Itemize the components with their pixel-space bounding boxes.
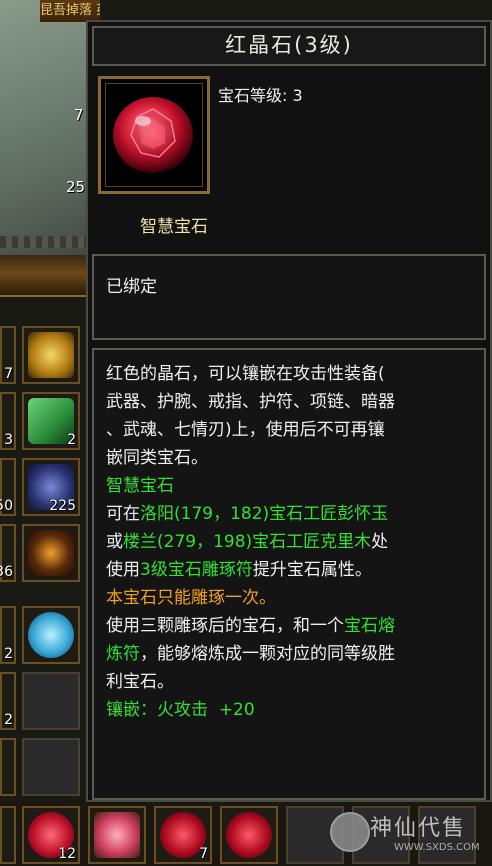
inventory-slot[interactable]	[0, 806, 16, 864]
slot-qty: 2	[4, 712, 13, 728]
inventory-slot-empty[interactable]	[22, 738, 80, 796]
inventory-slot-empty[interactable]	[22, 672, 80, 730]
carve-warning: 本宝石只能雕琢一次。	[106, 588, 276, 608]
inventory-slot[interactable]: 7	[0, 326, 16, 384]
text: ，能够熔炼成一颗对应的同等级胜	[140, 644, 395, 664]
red-gem-icon	[113, 97, 193, 173]
inventory-slot[interactable]: 7	[154, 806, 212, 864]
description-box: 红色的晶石，可以镶嵌在攻击性装备( 武器、护腕、戒指、护符、项链、暗器 、武魂、…	[92, 348, 486, 800]
inventory-header-bar	[0, 255, 100, 297]
inlay-attribute: 火攻击	[157, 700, 208, 720]
desc-line: 、武魂、七情刃)上，使用后不可再镶	[106, 420, 385, 440]
gem-type: 智慧宝石	[140, 217, 208, 237]
red-gem-icon	[226, 812, 272, 858]
inventory-slot[interactable]: 2	[0, 672, 16, 730]
watermark-url: WWW.SXDS.COM	[394, 842, 480, 853]
text: 提升宝石属性。	[252, 560, 372, 580]
coordinate-link[interactable]: (279，198)	[157, 532, 252, 552]
inventory-slot[interactable]: 3	[0, 392, 16, 450]
desc-line: 嵌同类宝石。	[106, 448, 208, 468]
inlay-value: +20	[218, 700, 255, 720]
slot-qty: 36	[0, 564, 13, 580]
bind-status: 已绑定	[106, 277, 157, 297]
desc-line: 使用三颗雕琢后的宝石，和一个宝石熔	[106, 612, 474, 640]
inventory-slot[interactable]: 2	[22, 392, 80, 450]
swirl-orb-icon	[28, 612, 74, 658]
slot-qty: 7	[199, 846, 208, 862]
npc-link[interactable]: 宝石工匠彭怀玉	[269, 504, 388, 524]
crystal-icon	[94, 812, 140, 858]
text: 可在	[106, 504, 140, 524]
text: 使用	[106, 560, 140, 580]
inventory-slot[interactable]	[22, 524, 80, 582]
item-link[interactable]: 3级宝石雕琢符	[140, 560, 253, 580]
bind-status-box: 已绑定	[92, 254, 486, 340]
inventory-slot[interactable]	[220, 806, 278, 864]
desc-line: 使用3级宝石雕琢符提升宝石属性。	[106, 556, 474, 584]
gold-leaf-icon	[28, 332, 74, 378]
slot-qty: 225	[49, 498, 76, 514]
bomb-icon	[28, 530, 74, 576]
inlay-label: 镶嵌：	[106, 700, 157, 720]
slot-qty: 50	[0, 498, 13, 514]
side-number: 25	[66, 178, 86, 196]
watermark: 神仙代售 WWW.SXDS.COM	[330, 806, 490, 862]
desc-line: 武器、护腕、戒指、护符、项链、暗器	[106, 392, 395, 412]
desc-line: 红色的晶石，可以镶嵌在攻击性装备(	[106, 364, 385, 384]
text: 处	[371, 532, 389, 552]
inventory-slot[interactable]	[22, 606, 80, 664]
inventory-slot[interactable]	[0, 738, 16, 796]
desc-location-line: 或楼兰(279，198)宝石工匠克里木处	[106, 528, 474, 556]
slot-qty: 3	[4, 432, 13, 448]
item-title: 红晶石(3级)	[92, 26, 486, 66]
coordinate-link[interactable]: (179，182)	[174, 504, 269, 524]
desc-line: 炼符，能够熔炼成一颗对应的同等级胜	[106, 640, 474, 668]
item-tooltip: 红晶石(3级) 宝石等级: 3 智慧宝石 已绑定 红色的晶石，可以镶嵌在攻击性装…	[86, 20, 492, 802]
desc-location-line: 可在洛阳(179，182)宝石工匠彭怀玉	[106, 500, 474, 528]
slot-qty: 12	[58, 846, 76, 862]
inventory-slot[interactable]: 12	[22, 806, 80, 864]
watermark-logo-icon	[330, 812, 370, 852]
inlay-stat: 镶嵌：火攻击 +20	[106, 696, 474, 724]
desc-line: 利宝石。	[106, 672, 174, 692]
npc-link[interactable]: 宝石工匠克里木	[252, 532, 371, 552]
text: 使用三颗雕琢后的宝石，和一个	[106, 616, 344, 636]
text: 或	[106, 532, 123, 552]
inventory-slot[interactable]	[22, 326, 80, 384]
scene-banner: 昆吾掉落 英雄金钩 周游	[40, 0, 100, 22]
scene-ornament	[0, 236, 100, 248]
item-icon-frame	[98, 76, 210, 194]
city-link[interactable]: 楼兰	[123, 532, 157, 552]
slot-qty: 2	[4, 646, 13, 662]
inventory-slot[interactable]: 36	[0, 524, 16, 582]
slot-qty: 2	[67, 432, 76, 448]
item-link[interactable]: 炼符	[106, 644, 140, 664]
item-link[interactable]: 宝石熔	[344, 616, 395, 636]
gem-level: 宝石等级: 3	[218, 86, 303, 105]
city-link[interactable]: 洛阳	[140, 504, 174, 524]
slot-qty: 7	[4, 366, 13, 382]
description-text: 红色的晶石，可以镶嵌在攻击性装备( 武器、护腕、戒指、护符、项链、暗器 、武魂、…	[106, 360, 474, 724]
inventory-slot[interactable]: 2	[0, 606, 16, 664]
side-number: 7	[74, 106, 84, 124]
scene-background	[0, 0, 100, 260]
inventory-slot[interactable]	[88, 806, 146, 864]
inventory-slot[interactable]: 50	[0, 458, 16, 516]
gem-category: 智慧宝石	[106, 476, 174, 496]
inventory-slot[interactable]: 225	[22, 458, 80, 516]
watermark-text: 神仙代售	[370, 816, 467, 841]
